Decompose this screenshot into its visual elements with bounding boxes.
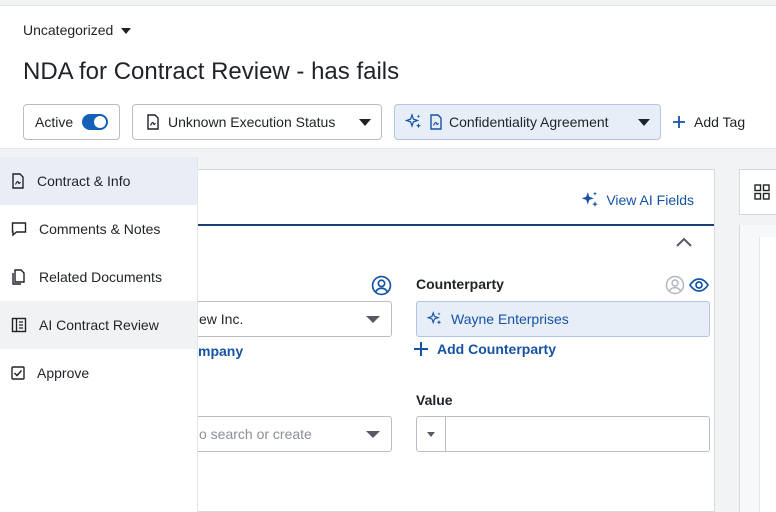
top-bar [0, 0, 776, 6]
execution-status-dropdown[interactable]: Unknown Execution Status [132, 104, 382, 140]
sidebar-item-approve[interactable]: Approve [0, 349, 197, 397]
currency-dropdown[interactable] [417, 417, 446, 451]
add-company-link[interactable]: mpany [198, 343, 243, 359]
search-placeholder: o search or create [199, 426, 312, 442]
contract-info-panel: View AI Fields ew Inc. mpany Counterpart… [194, 169, 715, 512]
company-value: ew Inc. [199, 311, 244, 327]
sidebar-item-label: Related Documents [39, 269, 162, 285]
search-create-select[interactable]: o search or create [194, 416, 392, 452]
plus-icon [673, 116, 685, 128]
documents-icon [12, 269, 25, 285]
agreement-type-dropdown[interactable]: Confidentiality Agreement [394, 104, 661, 140]
add-counterparty-link[interactable]: Add Counterparty [413, 341, 556, 357]
caret-down-icon [366, 315, 380, 323]
caret-down-icon [121, 27, 132, 34]
counterparty-value: Wayne Enterprises [451, 311, 569, 327]
add-counterparty-label: Add Counterparty [437, 341, 556, 357]
counterparty-label: Counterparty [416, 276, 504, 292]
ai-review-icon [11, 317, 27, 333]
chevron-up-icon[interactable] [675, 236, 693, 248]
value-field[interactable] [416, 416, 710, 452]
add-tag-label: Add Tag [694, 114, 746, 130]
user-circle-icon[interactable] [371, 275, 392, 296]
sidebar-item-contract-info[interactable]: Contract & Info [0, 157, 197, 205]
document-icon [147, 114, 159, 130]
checkbox-icon [11, 366, 25, 380]
add-company-label: mpany [198, 343, 244, 359]
right-panel-toolbar [739, 169, 776, 215]
folder-label: Uncategorized [23, 22, 114, 38]
user-circle-icon[interactable] [665, 275, 685, 295]
caret-down-icon [638, 118, 650, 126]
page-title: NDA for Contract Review - has fails [23, 58, 400, 85]
sidebar-item-comments-notes[interactable]: Comments & Notes [0, 205, 197, 253]
sidebar-item-related-documents[interactable]: Related Documents [0, 253, 197, 301]
agreement-type-label: Confidentiality Agreement [449, 114, 609, 130]
add-tag-button[interactable]: Add Tag [672, 104, 745, 140]
caret-down-icon [366, 430, 380, 438]
ai-sparkle-icon [427, 311, 442, 325]
view-ai-fields-button[interactable]: View AI Fields [580, 190, 694, 210]
sidebar-item-label: AI Contract Review [39, 317, 159, 333]
grid-icon[interactable] [754, 184, 770, 200]
sidebar-item-label: Contract & Info [37, 173, 131, 189]
sidebar-item-ai-contract-review[interactable]: AI Contract Review [0, 301, 197, 349]
execution-status-label: Unknown Execution Status [168, 114, 336, 130]
active-label: Active [35, 114, 74, 130]
plus-icon [414, 342, 428, 356]
sidebar-item-label: Approve [37, 365, 90, 381]
sidebar-menu: Contract & Info Comments & Notes Related… [0, 157, 198, 512]
document-page [759, 237, 776, 512]
view-ai-fields-label: View AI Fields [606, 192, 694, 208]
eye-icon[interactable] [689, 277, 709, 293]
caret-down-icon [359, 118, 371, 126]
company-select[interactable]: ew Inc. [194, 301, 392, 337]
sidebar-item-label: Comments & Notes [39, 221, 161, 237]
active-toggle-chip[interactable]: Active [23, 104, 120, 140]
counterparty-field[interactable]: Wayne Enterprises [416, 301, 710, 337]
ai-sparkle-icon [581, 191, 599, 208]
caret-down-icon [427, 431, 435, 437]
document-icon [430, 114, 442, 130]
panel-header: View AI Fields [198, 170, 714, 226]
contract-icon [12, 173, 24, 189]
ai-sparkle-icon [405, 113, 422, 129]
comment-icon [11, 222, 27, 237]
value-label: Value [416, 392, 453, 408]
active-toggle[interactable] [82, 114, 109, 130]
folder-selector[interactable]: Uncategorized [23, 21, 132, 39]
